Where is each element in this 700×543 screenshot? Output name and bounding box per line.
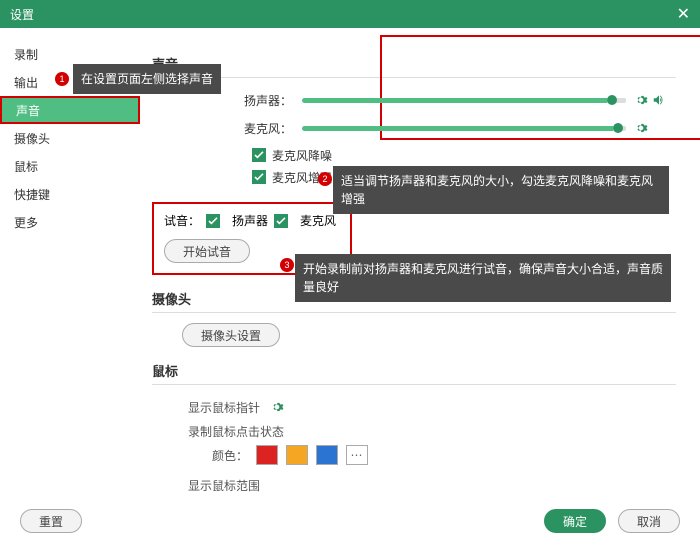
speaker-label: 扬声器： [152, 92, 302, 109]
tooltip-1: 在设置页面左侧选择声音 [73, 64, 221, 94]
tooltip-3: 开始录制前对扬声器和麦克风进行试音，确保声音大小合适，声音质量良好 [295, 254, 671, 302]
close-icon[interactable]: ✕ [677, 4, 690, 24]
divider [152, 312, 676, 313]
badge-1: 1 [55, 72, 69, 86]
color-blue[interactable] [316, 445, 338, 465]
sidebar-item-hotkey[interactable]: 快捷键 [0, 180, 140, 208]
checkbox-enhance[interactable] [252, 170, 266, 184]
badge-3: 3 [280, 258, 294, 272]
test-label: 试音： [164, 212, 200, 229]
checkbox-test-mic[interactable] [274, 214, 288, 228]
mic-label: 麦克风： [152, 120, 302, 137]
divider [152, 384, 676, 385]
checkbox-noise[interactable] [252, 148, 266, 162]
record-click-label: 录制鼠标点击状态 [188, 423, 284, 440]
show-pointer-label: 显示鼠标指针 [188, 399, 260, 416]
divider [152, 77, 676, 78]
cancel-button[interactable]: 取消 [618, 509, 680, 533]
start-test-button[interactable]: 开始试音 [164, 239, 250, 263]
ok-button[interactable]: 确定 [544, 509, 606, 533]
color-red[interactable] [256, 445, 278, 465]
sidebar-item-mouse[interactable]: 鼠标 [0, 152, 140, 180]
badge-2: 2 [318, 172, 332, 186]
more-colors-button[interactable]: ⋯ [346, 445, 368, 465]
sidebar-item-more[interactable]: 更多 [0, 208, 140, 236]
sidebar: 录制 输出 声音 摄像头 鼠标 快捷键 更多 [0, 28, 140, 498]
reset-button[interactable]: 重置 [20, 509, 82, 533]
show-range-label: 显示鼠标范围 [188, 477, 260, 494]
window-title: 设置 [10, 6, 34, 23]
section-sound-title: 声音 [152, 54, 676, 73]
mic-slider[interactable] [302, 126, 626, 131]
speaker-slider[interactable] [302, 98, 626, 103]
gear-icon[interactable] [634, 93, 648, 107]
tooltip-2: 适当调节扬声器和麦克风的大小，勾选麦克风降噪和麦克风增强 [333, 166, 669, 214]
test-speaker-label: 扬声器 [232, 212, 268, 229]
camera-settings-button[interactable]: 摄像头设置 [182, 323, 280, 347]
checkbox-test-speaker[interactable] [206, 214, 220, 228]
color-label: 颜色： [212, 447, 248, 464]
test-mic-label: 麦克风 [300, 212, 336, 229]
sidebar-item-camera[interactable]: 摄像头 [0, 124, 140, 152]
volume-icon[interactable] [652, 93, 666, 107]
color-orange[interactable] [286, 445, 308, 465]
noise-label: 麦克风降噪 [272, 147, 332, 164]
gear-icon[interactable] [270, 400, 284, 414]
annotation-1: 1 在设置页面左侧选择声音 [55, 64, 221, 94]
gear-icon[interactable] [634, 121, 648, 135]
section-mouse-title: 鼠标 [152, 361, 676, 380]
footer: 重置 确定 取消 [0, 499, 700, 543]
sidebar-item-sound[interactable]: 声音 [0, 96, 140, 124]
titlebar: 设置 ✕ [0, 0, 700, 28]
